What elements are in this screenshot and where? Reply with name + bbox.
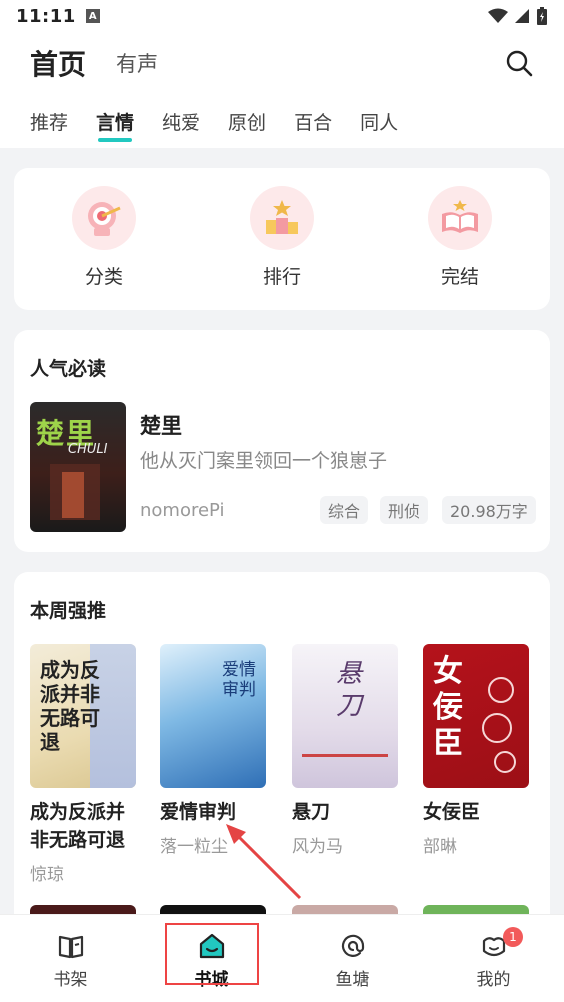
cover-subtitle: CHULI — [68, 442, 108, 457]
weekly-book-title: 悬刀 — [292, 801, 331, 823]
quick-entry-card: 分类 排行 完结 — [14, 168, 550, 310]
tab-bl[interactable]: 纯爱 — [162, 108, 200, 135]
tab-gl[interactable]: 百合 — [294, 108, 332, 135]
nav-label: 书架 — [53, 970, 88, 990]
weekly-cover-text: 成为反派并非无路可退 — [40, 658, 100, 754]
flower-decoration — [482, 677, 516, 773]
tag-subgenre: 刑侦 — [380, 496, 429, 524]
signal-icon — [515, 9, 529, 23]
notification-icon: A — [85, 9, 100, 23]
nav-pond[interactable]: 鱼塘 — [282, 915, 423, 1002]
tab-recommend[interactable]: 推荐 — [30, 108, 68, 135]
weekly-book-author: 风为马 — [292, 837, 343, 857]
bottom-nav: 书架 书城 鱼塘 我的 1 — [0, 914, 564, 1002]
weekly-book-title: 爱情审判 — [160, 801, 237, 823]
weekly-cover-text: 悬刀 — [336, 659, 363, 721]
page-title[interactable]: 首页 — [30, 43, 86, 83]
book-description: 他从灭门案里领回一个狼崽子 — [140, 450, 388, 472]
finished-label: 完结 — [440, 266, 479, 288]
tag-genre: 综合 — [320, 496, 369, 524]
book-author: nomorePi — [140, 500, 225, 521]
category-entry[interactable]: 分类 — [49, 186, 159, 289]
weekly-cover-text: 爱情审判 — [222, 660, 256, 700]
section-title-popular: 人气必读 — [30, 358, 107, 380]
weekly-book-cover: 成为反派并非无路可退 — [30, 644, 136, 788]
nav-label: 我的 — [476, 970, 511, 990]
weekly-card: 本周强推 成为反派并非无路可退 成为反派并 非无路可退 惊琼 爱情审判 爱情审判… — [14, 572, 550, 932]
weekly-book-cover: 女佞臣 — [423, 644, 529, 788]
weekly-book-author: 惊琼 — [30, 865, 64, 885]
header: 首页 有声 — [0, 32, 564, 94]
open-book-icon — [428, 186, 492, 250]
weekly-book[interactable]: 爱情审判 爱情审判 落一粒尘 — [160, 644, 268, 857]
podium-icon — [250, 186, 314, 250]
weekly-book-title-line1: 成为反派并 — [30, 801, 126, 823]
weekly-book-title: 女佞臣 — [423, 801, 481, 823]
status-bar: 11:11 A — [0, 0, 564, 32]
tag-word-count: 20.98万字 — [442, 496, 536, 524]
weekly-book-cover: 爱情审判 — [160, 644, 266, 788]
section-title-weekly: 本周强推 — [30, 600, 107, 622]
nav-profile[interactable]: 我的 1 — [423, 915, 564, 1002]
weekly-book[interactable]: 成为反派并非无路可退 成为反派并 非无路可退 惊琼 — [30, 644, 138, 885]
weekly-book-title-line2: 非无路可退 — [30, 829, 126, 851]
weekly-cover-text: 女佞臣 — [433, 654, 463, 761]
search-icon[interactable] — [504, 48, 534, 78]
book-title[interactable]: 楚里 — [140, 410, 182, 440]
pond-icon — [341, 934, 364, 957]
weekly-book-author: 部晽 — [423, 837, 457, 857]
wifi-icon — [488, 8, 508, 23]
nav-store[interactable]: 书城 — [141, 915, 282, 1002]
tab-fanfic[interactable]: 同人 — [360, 108, 398, 135]
category-label: 分类 — [84, 266, 123, 288]
notification-badge: 1 — [503, 927, 523, 947]
status-time: 11:11 — [16, 5, 76, 27]
popular-card: 人气必读 楚里 CHULI 楚里 他从灭门案里领回一个狼崽子 nomorePi … — [14, 330, 550, 552]
nav-label: 鱼塘 — [335, 970, 370, 990]
target-icon — [72, 186, 136, 250]
ranking-entry[interactable]: 排行 — [227, 186, 337, 289]
book-cover[interactable]: 楚里 CHULI — [30, 402, 126, 532]
weekly-book[interactable]: 女佞臣 女佞臣 部晽 — [423, 644, 531, 857]
ranking-label: 排行 — [262, 266, 301, 288]
bookshelf-icon — [58, 935, 83, 959]
weekly-book-title: 成为反派并 非无路可退 — [30, 798, 138, 854]
nav-bookshelf[interactable]: 书架 — [0, 915, 141, 1002]
nav-label: 书城 — [194, 970, 229, 990]
tab-original[interactable]: 原创 — [228, 108, 266, 135]
weekly-book-cover: 悬刀 — [292, 644, 398, 788]
battery-icon — [537, 7, 547, 25]
category-tabs: 推荐 言情 纯爱 原创 百合 同人 — [0, 94, 564, 148]
store-icon — [199, 933, 224, 959]
audio-tab[interactable]: 有声 — [116, 48, 158, 78]
weekly-book-author: 落一粒尘 — [160, 837, 228, 857]
tab-romance[interactable]: 言情 — [96, 108, 134, 142]
weekly-book[interactable]: 悬刀 悬刀 风为马 — [292, 644, 400, 857]
finished-entry[interactable]: 完结 — [405, 186, 515, 289]
